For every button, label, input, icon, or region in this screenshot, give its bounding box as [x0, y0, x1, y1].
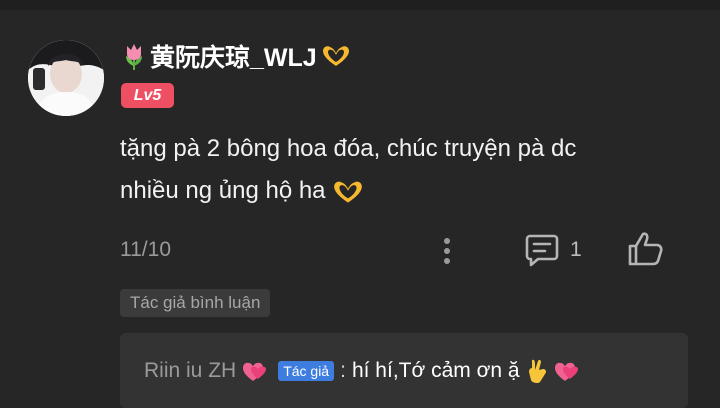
level-badge: Lv5 [121, 83, 174, 108]
reply-separator: : [340, 359, 346, 382]
reply-line: Riin iu ZH Tác giả : hí hí,Tớ cảm ơn ặ [144, 355, 580, 387]
comment-text-line-1: tặng pà 2 bông hoa đóa, chúc truyện pà d… [120, 135, 577, 162]
reply-count: 1 [570, 238, 582, 261]
sparkling-heart-icon [554, 359, 580, 383]
reply-author[interactable]: Riin iu ZH [144, 359, 236, 383]
avatar[interactable] [28, 40, 104, 116]
heart-hands-icon [332, 179, 364, 205]
reply-preview[interactable]: Riin iu ZH Tác giả : hí hí,Tớ cảm ơn ặ [120, 333, 688, 408]
avatar-image [28, 40, 104, 116]
more-vertical-icon[interactable] [438, 234, 456, 268]
comment-text-line-2: nhiều ng ủng hộ ha [120, 177, 326, 204]
comment-text-line-2-wrap: nhiều ng ủng hộ ha [120, 170, 690, 212]
comment-icon[interactable] [524, 232, 560, 268]
reply-text: hí hí,Tớ cảm ơn ặ [351, 359, 520, 382]
comment-date: 11/10 [120, 238, 171, 261]
tulip-icon [122, 42, 146, 70]
user-name: 黄阮庆琼_WLJ [150, 44, 317, 72]
sparkling-heart-icon [242, 359, 268, 383]
crossed-fingers-icon [526, 358, 548, 384]
top-divider [0, 0, 720, 10]
heart-hands-icon [321, 44, 351, 68]
comment-text: tặng pà 2 bông hoa đóa, chúc truyện pà d… [120, 128, 690, 212]
comment-actions: 11/10 1 [120, 230, 700, 272]
author-badge: Tác giả [278, 361, 335, 381]
thumbs-up-icon[interactable] [625, 230, 665, 268]
user-name-row[interactable]: 黄阮庆琼_WLJ [122, 38, 351, 74]
author-reply-tag: Tác giả bình luận [120, 289, 271, 317]
